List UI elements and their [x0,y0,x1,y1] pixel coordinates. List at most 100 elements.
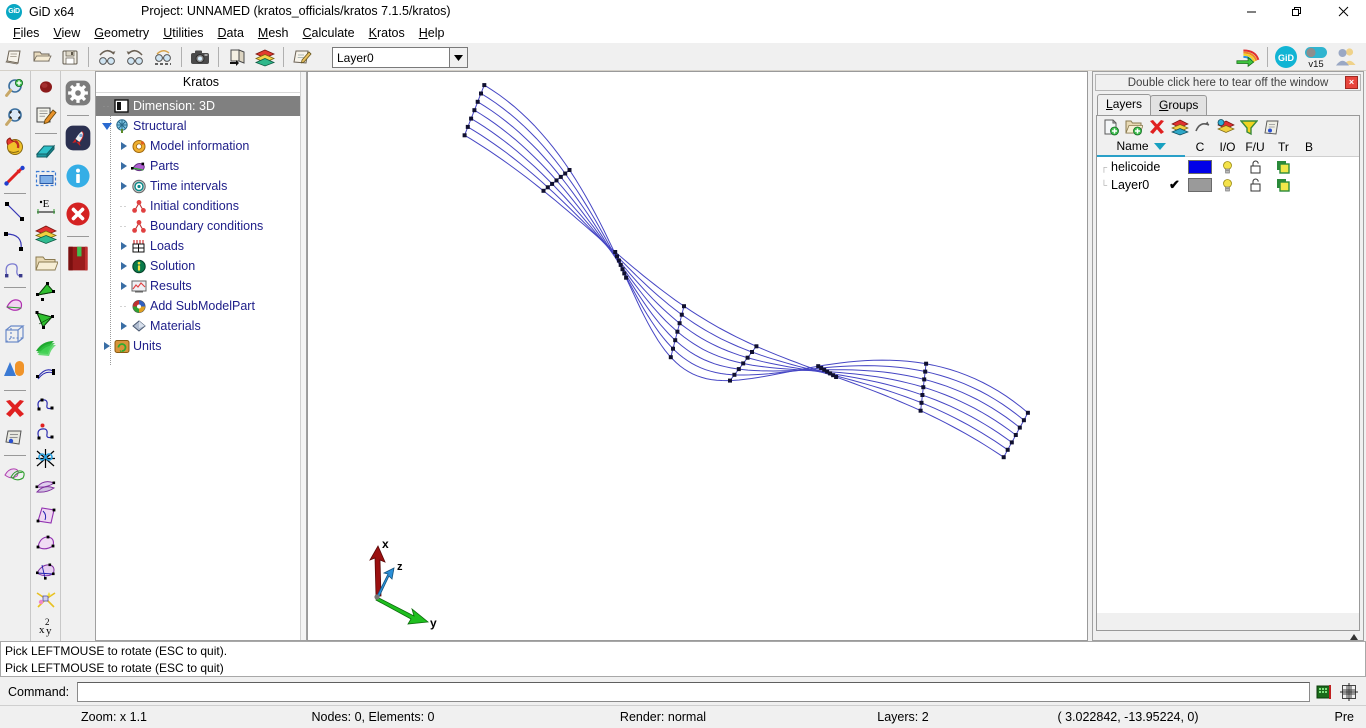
open-folder-icon[interactable] [32,249,60,277]
tree-item-dimension-3d[interactable]: ·· Dimension: 3D [96,96,306,116]
layer-row[interactable]: ┌ helicoide [1097,158,1359,176]
menu-item-geometry[interactable]: Geometry [87,25,156,41]
3d-viewport[interactable]: x z y [307,71,1088,641]
tree-item-structural[interactable]: Structural [96,116,306,136]
move-entity-icon[interactable] [32,361,60,389]
rotate-trackball-icon[interactable] [1,132,29,161]
close-button[interactable] [1320,0,1366,23]
rotate-axis-icon[interactable] [1,161,29,190]
rainbow-arrow-icon[interactable] [1235,44,1263,70]
create-object-icon[interactable] [1,349,29,387]
info-icon[interactable] [64,157,92,195]
delete-entity-icon[interactable] [1,394,29,423]
new-layer-group-icon[interactable] [1123,117,1144,137]
divide-curve-icon[interactable] [32,417,60,445]
layer-name-cell[interactable]: ┌ helicoide [1097,160,1185,174]
expander-closed-icon[interactable] [117,322,130,330]
filter-layers-icon[interactable] [1238,117,1259,137]
open-project-icon[interactable] [28,44,56,70]
power-icon[interactable]: x 2 y [32,613,60,641]
layer-active-check-icon[interactable]: ✔ [1169,177,1180,193]
menu-item-utilities[interactable]: Utilities [156,25,210,41]
layer-row[interactable]: └ Layer0 ✔ [1097,176,1359,194]
command-history-icon[interactable] [1313,681,1335,703]
hole-surface-icon[interactable] [32,529,60,557]
column-header-fu[interactable]: F/U [1240,140,1270,154]
tree-item-parts[interactable]: Parts [96,156,306,176]
menu-item-kratos[interactable]: Kratos [362,25,412,41]
tree-item-model-information[interactable]: Model information [96,136,306,156]
edit-curve-icon[interactable] [32,389,60,417]
tab-groups[interactable]: Groups [1150,95,1208,115]
layer-color-swatch[interactable] [1185,160,1215,174]
tree-item-results[interactable]: Results [96,276,306,296]
settings-gear-icon[interactable] [64,74,92,112]
layer-transparency-icon[interactable] [1270,160,1297,174]
tree-item-add-submodelpart[interactable]: ·· Add SubModelPart [96,296,306,316]
expander-closed-icon[interactable] [117,262,130,270]
expander-closed-icon[interactable] [117,282,130,290]
collapse-geometry-icon[interactable] [32,557,60,585]
stop-error-icon[interactable] [64,195,92,233]
manual-book-icon[interactable] [64,240,92,278]
layer-lock-open-icon[interactable] [1240,178,1270,192]
expander-open-icon[interactable] [100,122,113,130]
swap-surface-icon[interactable] [32,473,60,501]
layer-combo[interactable]: Layer0 [332,47,468,68]
tree-item-loads[interactable]: Loads [96,236,306,256]
render-surfaces-icon[interactable] [32,333,60,361]
new-project-icon[interactable] [0,44,28,70]
zoom-in-icon[interactable] [1,74,29,103]
tree-item-materials[interactable]: Materials [96,316,306,336]
expander-closed-icon[interactable] [117,142,130,150]
column-header-tr[interactable]: Tr [1270,140,1297,154]
expander-closed-icon[interactable] [117,182,130,190]
create-nurbs-curve-icon[interactable] [1,255,29,284]
layer-visibility-bulb-icon[interactable] [1215,178,1240,193]
tree-item-initial-conditions[interactable]: ·· Initial conditions [96,196,306,216]
layer-switch-icon[interactable] [32,137,60,165]
layer-transparency-icon[interactable] [1270,178,1297,192]
toggle-version-icon[interactable]: v15 [1300,44,1332,70]
menu-item-mesh[interactable]: Mesh [251,25,296,41]
create-point-icon[interactable] [32,74,60,102]
list-entities-icon[interactable] [1,423,29,452]
expander-closed-icon[interactable] [117,162,130,170]
undo-view-icon[interactable] [93,44,121,70]
menu-item-data[interactable]: Data [210,25,250,41]
maximize-button[interactable] [1274,0,1320,23]
redo-view-icon[interactable] [121,44,149,70]
grid-snap-icon[interactable] [1338,681,1360,703]
mesh-volume-icon[interactable] [32,305,60,333]
delete-layer-icon[interactable] [1146,117,1167,137]
tab-layers[interactable]: Layers [1097,94,1152,115]
layer-lock-open-icon[interactable] [1240,160,1270,174]
column-header-name[interactable]: Name [1097,138,1185,157]
menu-item-calculate[interactable]: Calculate [295,25,361,41]
expander-closed-icon[interactable] [117,242,130,250]
label-entities-icon[interactable]: E [32,193,60,221]
copy-surface-icon[interactable] [1,459,29,488]
layer-visibility-icon[interactable] [1215,117,1236,137]
menu-item-help[interactable]: Help [412,25,452,41]
expander-closed-icon[interactable] [100,342,113,350]
new-layer-icon[interactable] [1100,117,1121,137]
layer-visibility-bulb-icon[interactable] [1215,160,1240,175]
menu-item-files[interactable]: Files [6,25,46,41]
menu-item-view[interactable]: View [46,25,87,41]
column-header-b[interactable]: B [1297,140,1321,154]
start-rocket-icon[interactable] [64,119,92,157]
intersect-cut-icon[interactable] [32,445,60,473]
users-icon[interactable] [1332,44,1360,70]
close-icon[interactable]: × [1345,76,1358,89]
tree-item-solution[interactable]: Solution [96,256,306,276]
tree-item-time-intervals[interactable]: Time intervals [96,176,306,196]
mesh-surface-icon[interactable] [32,277,60,305]
create-volume-icon[interactable] [1,320,29,349]
explode-icon[interactable] [32,585,60,613]
zoom-frame-icon[interactable] [1,103,29,132]
tree-item-boundary-conditions[interactable]: ·· Boundary conditions [96,216,306,236]
layer-color-swatch[interactable] [1185,178,1215,192]
print-screenshot-icon[interactable] [186,44,214,70]
command-input[interactable] [77,682,1310,702]
